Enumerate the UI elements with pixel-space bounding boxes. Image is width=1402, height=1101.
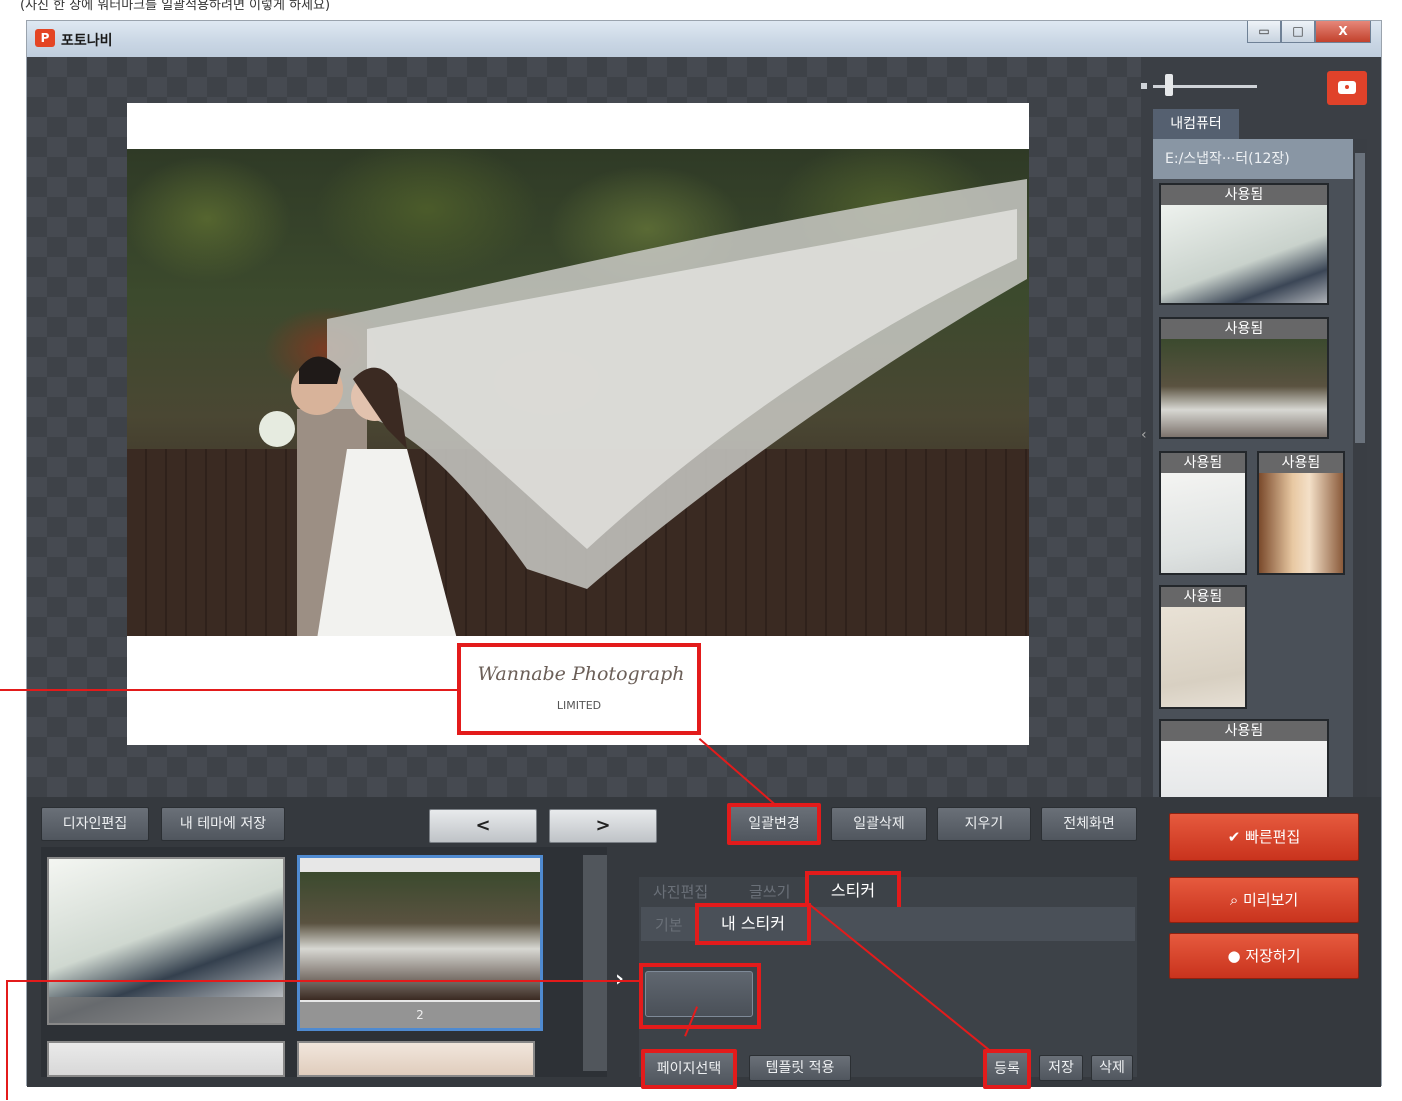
used-badge: 사용됨 bbox=[1259, 453, 1343, 473]
callout-line-sticker-slot bbox=[8, 980, 641, 982]
save-label: 저장하기 bbox=[1245, 947, 1301, 965]
thumbnail-image bbox=[1161, 741, 1327, 797]
zoom-slider-handle[interactable] bbox=[1165, 74, 1173, 96]
quick-edit-button[interactable]: ✔ 빠른편집 bbox=[1169, 813, 1359, 861]
photo-thumbnail[interactable]: 사용됨 bbox=[1159, 317, 1329, 439]
subtab-basic[interactable]: 기본 bbox=[655, 914, 683, 935]
page-thumbnail[interactable] bbox=[47, 1041, 285, 1077]
page-thumbnail[interactable] bbox=[297, 1041, 535, 1077]
used-badge: 사용됨 bbox=[1161, 319, 1327, 339]
right-panel: 내컴퓨터 E:/스냅작···터(12장) 사용됨 사용됨 사용됨 사용됨 사용됨… bbox=[1141, 57, 1381, 797]
save-to-theme-button[interactable]: 내 테마에 저장 bbox=[161, 807, 285, 841]
watermark-subtext: LIMITED bbox=[556, 699, 602, 712]
sticker-slot[interactable] bbox=[645, 971, 753, 1017]
title-bar: P 포토나비 ▭ □ X bbox=[27, 21, 1381, 57]
sticker-delete-button[interactable]: 삭제 bbox=[1091, 1055, 1133, 1081]
select-page-button[interactable]: 페이지선택 bbox=[641, 1049, 737, 1089]
page-thumbnail-selected[interactable]: 2 bbox=[297, 855, 543, 1031]
photo-thumbnail[interactable]: 사용됨 bbox=[1159, 719, 1329, 797]
used-badge: 사용됨 bbox=[1161, 721, 1327, 741]
sticker-panel: 사진편집 글쓰기 스티커 기본 내 스티커 페이지선택 템플릿 적용 등록 저장… bbox=[639, 871, 1137, 1089]
mouse-icon: ● bbox=[1227, 947, 1246, 965]
save-button[interactable]: ● 저장하기 bbox=[1169, 933, 1359, 979]
photo-thumbnail[interactable]: 사용됨 bbox=[1159, 451, 1247, 575]
app-window: P 포토나비 ▭ □ X Wannabe Photograph LIMITED … bbox=[26, 20, 1382, 1089]
photo-thumbnail[interactable]: 사용됨 bbox=[1159, 585, 1247, 709]
panel-toggle-icon[interactable]: ‹ bbox=[1141, 427, 1147, 443]
page-thumbnail[interactable] bbox=[47, 857, 285, 1025]
fullscreen-button[interactable]: 전체화면 bbox=[1041, 807, 1137, 841]
canvas-area[interactable]: Wannabe Photograph LIMITED ⌄⌄ bbox=[27, 57, 1141, 832]
prev-page-button[interactable]: < bbox=[429, 809, 537, 843]
page-caption: (사진 한 장에 워터마크를 일괄적용하려면 이렇게 하세요) bbox=[20, 0, 331, 13]
sticker-save-button[interactable]: 저장 bbox=[1039, 1055, 1083, 1081]
tab-my-computer[interactable]: 내컴퓨터 bbox=[1153, 109, 1239, 139]
camera-icon[interactable] bbox=[1327, 71, 1367, 105]
bottom-panel: 디자인편집 내 테마에 저장 < > 일괄변경 일괄삭제 지우기 전체화면 ✔ … bbox=[27, 797, 1381, 1089]
thumbnail-image bbox=[1161, 339, 1327, 437]
next-page-button[interactable]: > bbox=[549, 809, 657, 843]
used-badge: 사용됨 bbox=[1161, 453, 1245, 473]
thumbnail-image bbox=[1161, 205, 1327, 303]
search-icon: ⌕ bbox=[1229, 891, 1243, 909]
page-number bbox=[49, 997, 283, 1023]
watermark-highlight[interactable]: Wannabe Photograph LIMITED bbox=[457, 643, 701, 735]
page-list-scrollbar[interactable] bbox=[583, 855, 607, 1071]
preview-button[interactable]: ⌕ 미리보기 bbox=[1169, 877, 1359, 923]
camera-lens-icon bbox=[1343, 83, 1351, 91]
page-canvas[interactable]: Wannabe Photograph LIMITED bbox=[127, 103, 1029, 745]
photo-thumbnail-list: 사용됨 사용됨 사용됨 사용됨 사용됨 사용됨 bbox=[1153, 179, 1353, 797]
folder-path[interactable]: E:/스냅작···터(12장) bbox=[1153, 139, 1353, 179]
used-badge: 사용됨 bbox=[1161, 587, 1245, 607]
used-badge: 사용됨 bbox=[1161, 185, 1327, 205]
apply-template-button[interactable]: 템플릿 적용 bbox=[749, 1055, 851, 1081]
preview-label: 미리보기 bbox=[1242, 891, 1299, 909]
zoom-min-icon bbox=[1141, 83, 1147, 89]
erase-button[interactable]: 지우기 bbox=[937, 807, 1031, 841]
thumbnail-scrollbar-thumb[interactable] bbox=[1355, 153, 1365, 443]
bulk-change-button[interactable]: 일괄변경 bbox=[727, 803, 821, 845]
page-thumbnail-image bbox=[49, 1043, 283, 1075]
check-icon: ✔ bbox=[1227, 828, 1246, 846]
photo-couple bbox=[259, 356, 457, 636]
quick-edit-label: 빠른편집 bbox=[1245, 828, 1301, 846]
maximize-button[interactable]: □ bbox=[1281, 21, 1315, 43]
design-edit-button[interactable]: 디자인편집 bbox=[41, 807, 149, 841]
thumbnail-scrollbar[interactable] bbox=[1353, 139, 1367, 797]
tab-photo-edit[interactable]: 사진편집 bbox=[653, 881, 708, 902]
page: (사진 한 장에 워터마크를 일괄적용하려면 이렇게 하세요) P 포토나비 ▭… bbox=[0, 0, 1402, 1101]
thumbnail-image bbox=[1161, 607, 1245, 707]
thumbnail-image bbox=[1259, 473, 1343, 573]
sticker-slot-highlight bbox=[639, 963, 761, 1029]
page-list: 2 bbox=[41, 847, 607, 1077]
page-photo[interactable] bbox=[127, 149, 1029, 636]
minimize-button[interactable]: ▭ bbox=[1247, 21, 1281, 43]
callout-line-sticker-vertical bbox=[6, 980, 8, 1100]
bulk-delete-button[interactable]: 일괄삭제 bbox=[831, 807, 927, 841]
register-button[interactable]: 등록 bbox=[983, 1049, 1031, 1089]
subtab-my-sticker[interactable]: 내 스티커 bbox=[695, 903, 811, 945]
app-title: 포토나비 bbox=[61, 33, 113, 49]
close-button[interactable]: X bbox=[1315, 21, 1371, 43]
photo-thumbnail[interactable]: 사용됨 bbox=[1257, 451, 1345, 575]
callout-line-watermark bbox=[0, 689, 458, 691]
thumbnail-image bbox=[1161, 473, 1245, 573]
page-thumbnail-image bbox=[299, 1043, 533, 1075]
photo-thumbnail[interactable]: 사용됨 bbox=[1159, 183, 1329, 305]
watermark-text: Wannabe Photograph bbox=[477, 663, 685, 685]
tab-text[interactable]: 글쓰기 bbox=[749, 881, 790, 902]
page-number: 2 bbox=[300, 1002, 540, 1028]
app-logo-icon: P bbox=[35, 29, 55, 47]
